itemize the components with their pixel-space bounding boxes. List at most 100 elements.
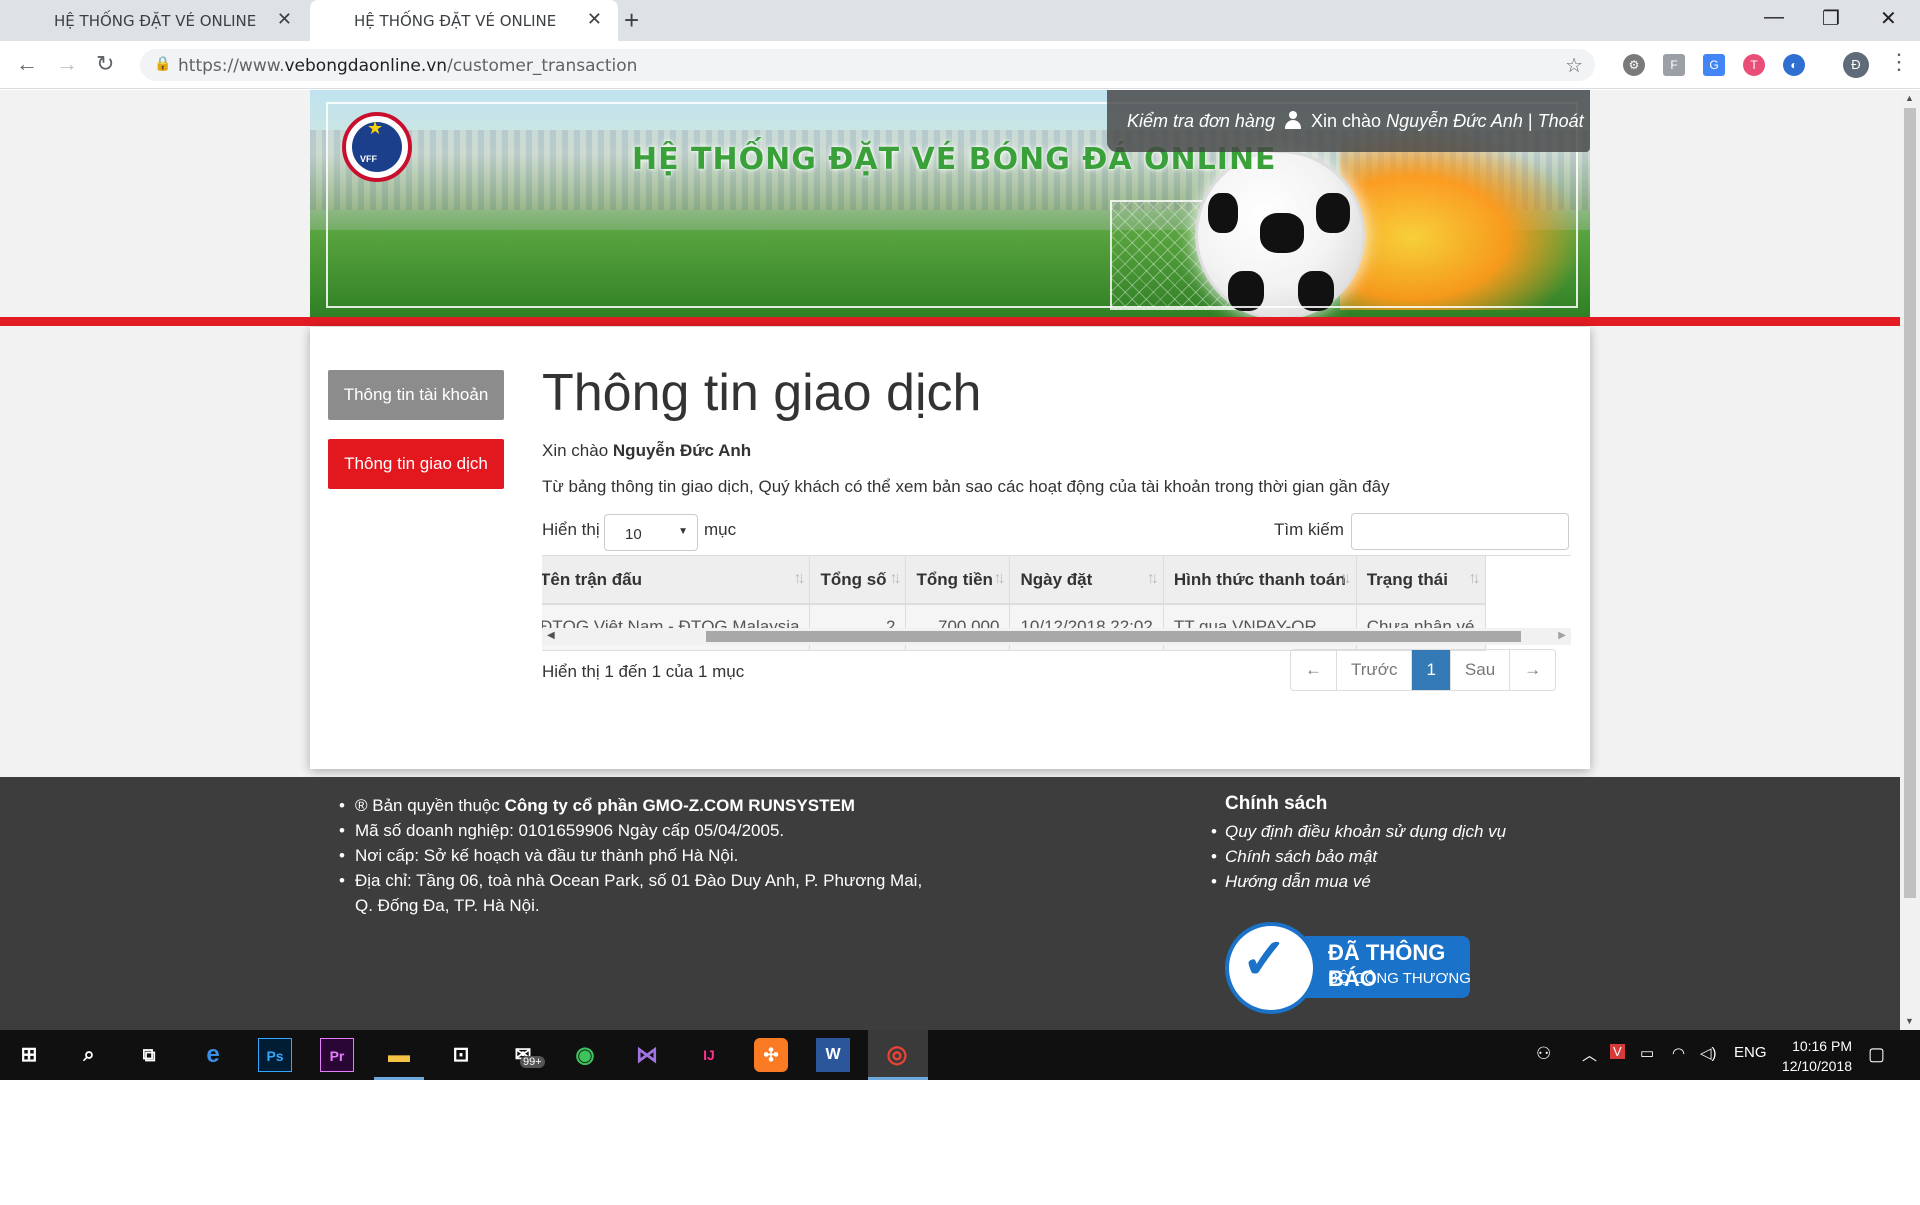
logout-link[interactable]: Thoát [1538,111,1584,131]
column-header-date[interactable]: Ngày đặt ↑↓ [1009,556,1164,605]
policy-link-privacy[interactable]: Chính sách bảo mật [1211,844,1625,869]
tab-close-icon[interactable]: ✕ [587,9,602,30]
scroll-down-icon[interactable]: ▼ [1905,1016,1914,1026]
task-view-icon[interactable]: ⧉ [132,1038,166,1072]
volume-icon[interactable]: ◁) [1700,1044,1717,1062]
photoshop-icon[interactable]: Ps [258,1038,292,1072]
extension-gear-icon[interactable]: ⚙ [1623,54,1645,76]
sidebar-item-account[interactable]: Thông tin tài khoản [328,370,504,420]
column-header-match[interactable]: Tên trận đấu ↑↓ [542,556,811,605]
bookmark-star-icon[interactable]: ☆ [1565,53,1583,78]
new-tab-icon[interactable]: + [624,5,639,36]
checkmark-icon: ✓ [1241,927,1288,990]
file-explorer-icon[interactable]: ▬ [382,1038,416,1072]
windows-start-icon[interactable]: ⊞ [12,1038,46,1072]
page-length-suffix: mục [704,520,737,539]
policy-link-guide[interactable]: Hướng dẫn mua vé [1211,869,1625,894]
column-header-payment[interactable]: Hình thức thanh toán ↑↓ [1163,556,1357,605]
extension-t-icon[interactable]: T [1743,54,1765,76]
restore-icon[interactable]: ❐ [1822,6,1840,31]
page-vertical-scrollbar[interactable]: ▲ ▼ [1900,90,1920,1030]
site-footer: ® Bản quyền thuộc Công ty cổ phần GMO-Z.… [0,777,1900,1030]
search-input[interactable] [1351,513,1569,550]
xampp-icon[interactable]: ✣ [754,1038,788,1072]
premiere-icon[interactable]: Pr [320,1038,354,1072]
app-green-icon[interactable]: ◉ [568,1038,602,1072]
reload-icon[interactable]: ↻ [96,51,114,77]
mail-badge: 99+ [520,1056,545,1068]
chevron-down-icon: ▼ [678,526,688,537]
address-line: Địa chỉ: Tầng 06, toà nhà Ocean Park, số… [339,868,939,918]
table-horizontal-scrollbar[interactable]: ◀ ▶ [542,628,1571,645]
page-description: Từ bảng thông tin giao dịch, Quý khách c… [542,477,1390,496]
store-icon[interactable]: ⊡ [444,1038,478,1072]
check-order-link[interactable]: Kiểm tra đơn hàng [1127,111,1275,131]
user-bar: Kiểm tra đơn hàng Xin chào Nguyễn Đức An… [1107,90,1590,152]
pagination-next-arrow[interactable]: → [1510,650,1555,690]
visual-studio-icon[interactable]: ⋈ [630,1038,664,1072]
tab-title: HỆ THỐNG ĐẶT VÉ ONLINE [354,12,557,30]
language-indicator[interactable]: ENG [1734,1044,1767,1061]
sidebar-item-transaction[interactable]: Thông tin giao dịch [328,439,504,489]
column-header-status[interactable]: Trạng thái ↑↓ [1356,556,1486,605]
windows-taskbar: ⊞ ⌕ ⧉ e Ps Pr ▬ ⊡ ✉ 99+ ◉ ⋈ IJ ✣ W ◎ ⚇ ︿… [0,1030,1920,1080]
battery-icon[interactable]: ▭ [1640,1044,1654,1062]
wifi-icon[interactable]: ◠ [1672,1044,1685,1062]
page-viewport: ★ VFF HỆ THỐNG ĐẶT VÉ BÓNG ĐÁ ONLINE Kiể… [0,90,1900,1030]
close-window-icon[interactable]: ✕ [1880,6,1897,31]
empty-area [0,1080,1920,1205]
clock-time: 10:16 PM [1792,1038,1852,1054]
column-header-quantity[interactable]: Tổng số ↑↓ [809,556,907,605]
pagination-page-1[interactable]: 1 [1412,650,1451,690]
profile-avatar[interactable]: Đ [1843,52,1869,78]
browser-tab-1[interactable]: HỆ THỐNG ĐẶT VÉ ONLINE ✕ [0,0,308,41]
edge-icon[interactable]: e [196,1038,230,1072]
gov-notified-badge[interactable]: ✓ ĐÃ THÔNG BÁO BỘ CÔNG THƯƠNG [1225,922,1475,1018]
vff-logo[interactable]: ★ VFF [342,112,412,182]
sort-icon: ↑↓ [793,570,805,587]
minimize-icon[interactable]: — [1764,6,1784,29]
company-info: ® Bản quyền thuộc Công ty cổ phần GMO-Z.… [339,793,939,918]
lock-icon: 🔒 [154,55,172,71]
user-bar-separator: | [1527,111,1533,131]
issuer-line: Nơi cấp: Sở kế hoạch và đầu tư thành phố… [339,843,939,868]
browser-toolbar: ← → ↻ 🔒 https://www.vebongdaonline.vn/cu… [0,41,1920,89]
word-icon[interactable]: W [816,1038,850,1072]
scrollbar-thumb[interactable] [706,631,1521,642]
policy-link-terms[interactable]: Quy định điều khoản sử dụng dịch vụ [1211,819,1625,844]
column-header-total[interactable]: Tổng tiền ↑↓ [905,556,1011,605]
system-clock[interactable]: 10:16 PM 12/10/2018 [1772,1036,1852,1076]
policy-section: Chính sách Quy định điều khoản sử dụng d… [1211,793,1625,894]
notification-icon[interactable]: ▢ [1868,1044,1885,1065]
back-icon[interactable]: ← [16,51,38,77]
table-info: Hiển thị 1 đến 1 của 1 mục [542,662,745,681]
intellij-icon[interactable]: IJ [692,1038,726,1072]
scroll-left-icon[interactable]: ◀ [547,630,555,641]
tab-close-icon[interactable]: ✕ [277,9,292,30]
people-icon[interactable]: ⚇ [1536,1044,1551,1064]
search-icon[interactable]: ⌕ [72,1038,106,1072]
page-length-label: Hiển thị [542,520,600,539]
pagination-prev[interactable]: Trước [1337,650,1413,690]
user-greeting: Xin chào [1311,111,1382,131]
chrome-icon[interactable]: ◎ [880,1038,914,1072]
browser-tab-2[interactable]: HỆ THỐNG ĐẶT VÉ ONLINE ✕ [310,0,618,41]
scroll-right-icon[interactable]: ▶ [1558,630,1566,641]
pagination-prev-arrow[interactable]: ← [1291,650,1337,690]
pagination: ← Trước 1 Sau → [1290,649,1557,691]
forward-icon[interactable]: → [56,51,78,77]
extension-flag-icon[interactable]: F [1663,54,1685,76]
vivaldi-tray-icon[interactable]: V [1610,1044,1625,1059]
extension-compass-icon[interactable]: ◐ [1783,54,1805,76]
scrollbar-thumb[interactable] [1904,108,1916,898]
greeting-text: Xin chào Nguyễn Đức Anh [542,441,752,460]
scroll-up-icon[interactable]: ▲ [1905,93,1914,103]
browser-menu-icon[interactable]: ⋮ [1888,49,1910,75]
tray-expand-icon[interactable]: ︿ [1582,1044,1597,1065]
address-bar[interactable]: 🔒 https://www.vebongdaonline.vn/customer… [140,49,1595,81]
extension-translate-icon[interactable]: G [1703,54,1725,76]
sort-icon: ↑↓ [993,570,1005,587]
table-header-row: Tên trận đấu ↑↓ Tổng số ↑↓ Tổng tiền ↑↓ Ngà… [542,556,1486,605]
pagination-next[interactable]: Sau [1451,650,1511,690]
page-length-select[interactable]: 10 ▼ [604,514,698,551]
